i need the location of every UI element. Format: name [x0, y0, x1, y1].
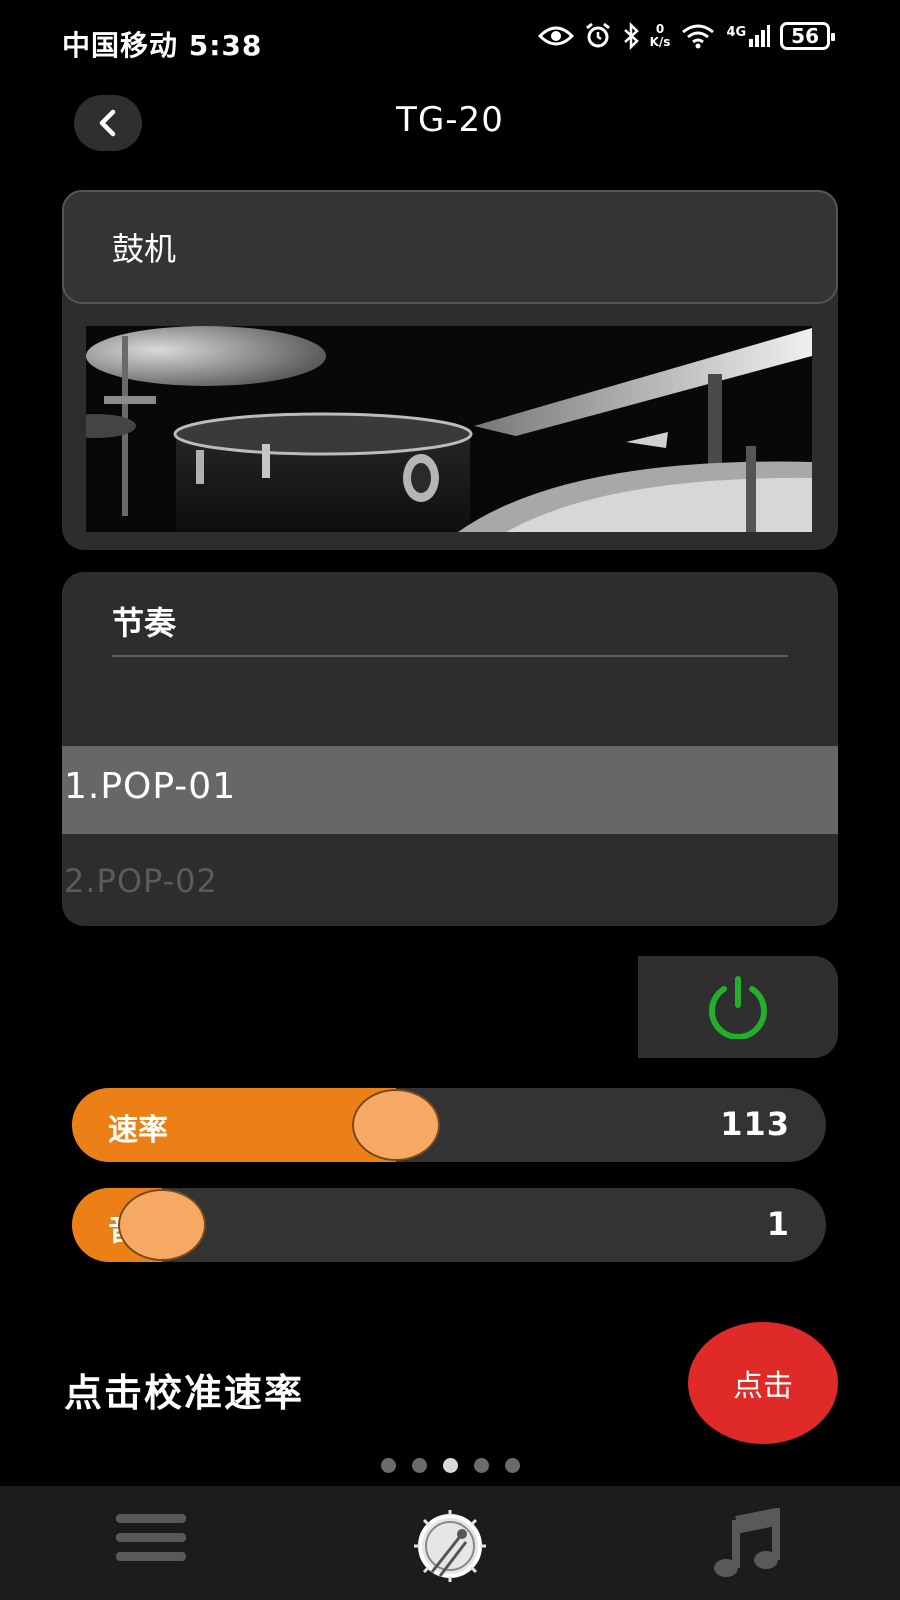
eye-icon — [537, 26, 574, 46]
page-dot[interactable] — [380, 1458, 396, 1473]
music-note-icon[interactable] — [712, 1507, 784, 1580]
power-icon — [709, 976, 767, 1039]
volume-value: 1 — [766, 1205, 790, 1243]
bluetooth-icon — [623, 22, 639, 50]
drum-icon[interactable] — [410, 1506, 490, 1582]
menu-icon[interactable] — [116, 1514, 186, 1570]
tempo-slider-thumb[interactable] — [352, 1089, 441, 1161]
divider — [112, 655, 788, 657]
page-dot[interactable] — [473, 1458, 489, 1473]
drum-machine-card: 鼓机 — [62, 190, 838, 550]
page-indicator — [0, 1458, 900, 1473]
wifi-icon — [682, 24, 715, 49]
page-dot[interactable] — [504, 1458, 520, 1473]
bottom-nav — [0, 1486, 900, 1600]
signal-indicator: 4G — [726, 25, 771, 47]
signal-icon — [749, 25, 771, 47]
network-type: 4G — [726, 25, 747, 40]
tap-button[interactable]: 点击 — [688, 1322, 838, 1444]
volume-slider[interactable]: 音量 1 — [72, 1188, 826, 1262]
drum-machine-label: 鼓机 — [112, 230, 177, 268]
battery-indicator: 56 — [780, 22, 835, 50]
calibrate-tempo-label: 点击校准速率 — [64, 1371, 305, 1415]
net-speed: 0 K/s — [649, 22, 671, 49]
rhythm-option-label: 1.POP-01 — [64, 766, 237, 807]
tempo-slider[interactable]: 速率 113 — [72, 1088, 826, 1162]
drum-kit-image — [86, 326, 812, 532]
page-dot[interactable] — [411, 1458, 427, 1473]
drum-machine-header[interactable]: 鼓机 — [62, 190, 838, 304]
page-title: TG-20 — [396, 100, 504, 140]
status-bar: 中国移动 5:38 0 K/s 4G 56 — [0, 0, 900, 84]
status-icons: 0 K/s 4G 56 — [537, 22, 835, 50]
page-dot-active[interactable] — [442, 1458, 458, 1473]
rhythm-label: 节奏 — [112, 604, 177, 642]
alarm-icon — [585, 22, 610, 48]
tempo-label: 速率 — [108, 1113, 168, 1148]
power-button[interactable] — [638, 956, 838, 1058]
carrier-time: 中国移动 5:38 — [62, 29, 263, 62]
tempo-value: 113 — [720, 1105, 790, 1143]
rhythm-card: 节奏 1.POP-01 2.POP-02 — [62, 572, 838, 926]
rhythm-option-selected[interactable]: 1.POP-01 — [62, 746, 838, 834]
rhythm-option[interactable]: 2.POP-02 — [64, 862, 218, 900]
volume-slider-thumb[interactable] — [118, 1189, 207, 1261]
